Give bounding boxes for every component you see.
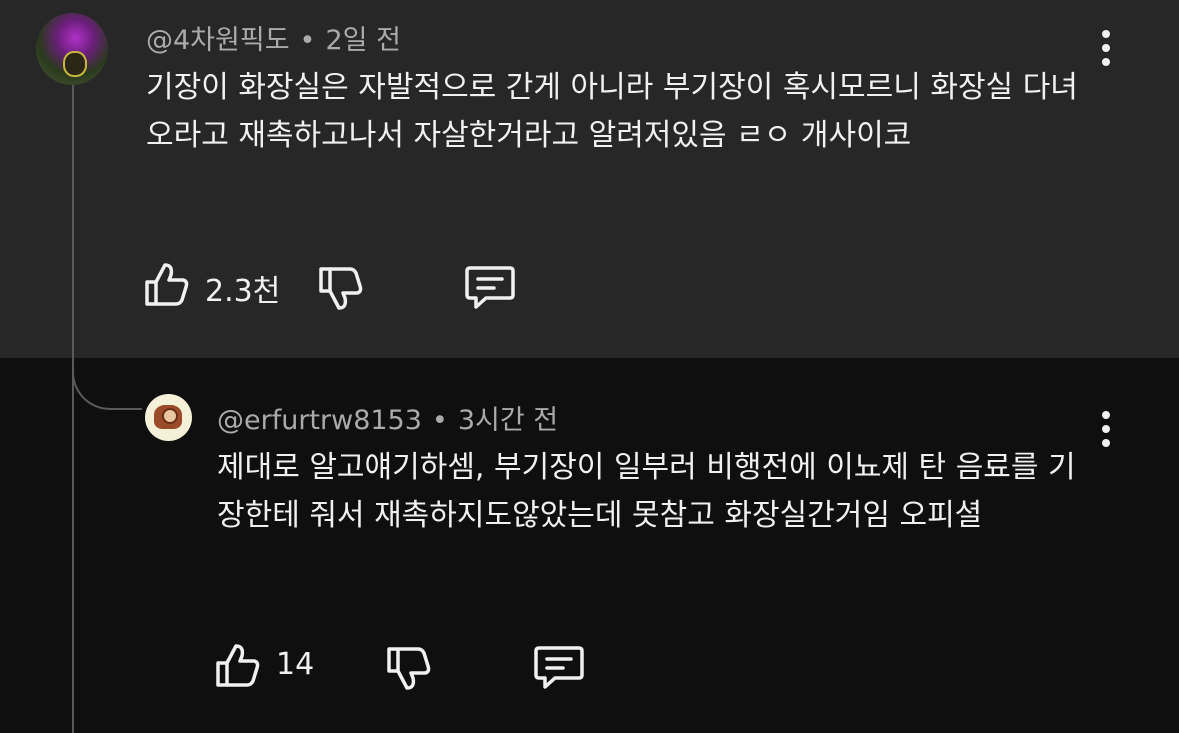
comment-text: 기장이 화장실은 자발적으로 간게 아니라 부기장이 혹시모르니 화장실 다녀오…	[146, 70, 1078, 153]
reply-icon[interactable]	[533, 644, 585, 696]
meta-separator: •	[299, 25, 316, 56]
comment-text: 제대로 알고얘기하셈, 부기장이 일부러 비행전에 이뇨제 탄 음료를 기장한테…	[217, 450, 1076, 533]
author-name[interactable]: @erfurtrw8153	[217, 405, 422, 436]
more-options-icon[interactable]	[1094, 30, 1118, 74]
more-options-icon[interactable]	[1094, 411, 1118, 455]
avatar[interactable]	[36, 13, 108, 85]
comment-meta: @4차원픽도 • 2일 전	[146, 18, 401, 57]
author-name[interactable]: @4차원픽도	[146, 25, 290, 56]
like-count: 2.3천	[205, 274, 281, 309]
timestamp[interactable]: 2일 전	[325, 25, 400, 56]
avatar[interactable]	[145, 394, 192, 441]
comment-meta: @erfurtrw8153 • 3시간 전	[217, 398, 558, 437]
like-icon[interactable]	[143, 261, 191, 313]
timestamp[interactable]: 3시간 전	[458, 405, 558, 436]
like-icon[interactable]	[214, 642, 262, 694]
reply-icon[interactable]	[464, 264, 516, 316]
like-count: 14	[276, 647, 315, 682]
thread-line	[72, 82, 74, 733]
dislike-icon[interactable]	[385, 644, 433, 696]
dislike-icon[interactable]	[317, 264, 365, 316]
avatar-dial	[162, 408, 178, 424]
avatar-figure	[63, 51, 87, 77]
meta-separator: •	[431, 405, 448, 436]
